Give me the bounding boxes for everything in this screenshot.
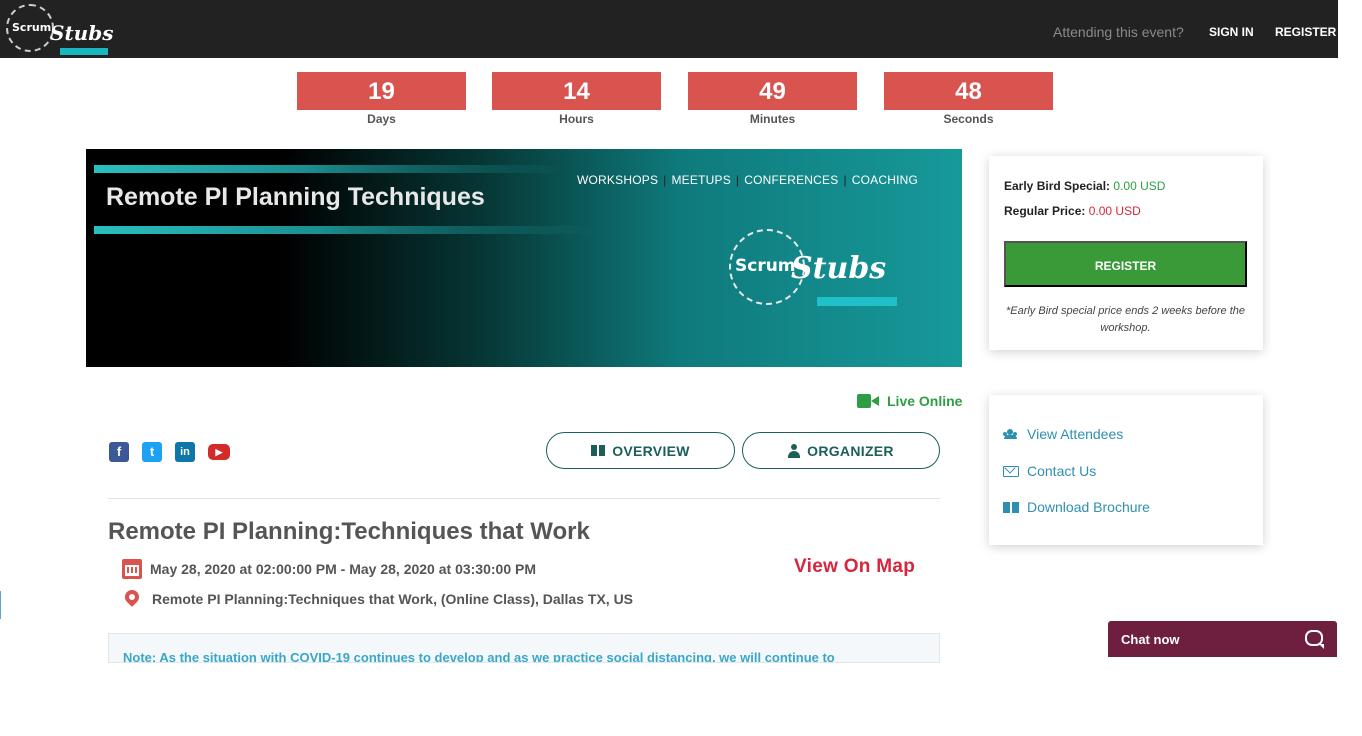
- top-navbar: Scrum Stubs Attending this event? SIGN I…: [0, 0, 1338, 58]
- countdown-label: Days: [367, 112, 396, 126]
- chat-widget[interactable]: Chat now: [1108, 621, 1337, 657]
- covid-note-text: Note: As the situation with COVID-19 con…: [123, 650, 835, 663]
- sign-in-link[interactable]: SIGN IN: [1209, 25, 1254, 39]
- event-datetime-text: May 28, 2020 at 02:00:00 PM - May 28, 20…: [150, 561, 536, 577]
- banner-stripe: [94, 226, 594, 234]
- live-online-badge: Live Online: [857, 393, 962, 409]
- countdown-label: Hours: [559, 112, 594, 126]
- banner-link: WORKSHOPS: [577, 173, 659, 187]
- event-datetime: May 28, 2020 at 02:00:00 PM - May 28, 20…: [122, 559, 536, 579]
- map-pin-icon: [122, 587, 142, 607]
- countdown-value: 48: [884, 72, 1053, 110]
- logo-script: Stubs: [50, 21, 114, 45]
- logo-text: Scrum: [735, 256, 796, 276]
- youtube-icon[interactable]: ▶: [208, 444, 230, 460]
- view-attendees-link[interactable]: View Attendees: [1003, 426, 1123, 442]
- countdown-hours: 14 Hours: [492, 72, 661, 126]
- banner-link: COACHING: [851, 173, 919, 187]
- users-icon: [1003, 429, 1019, 439]
- logo-tagline: [817, 297, 897, 306]
- early-bird-note: *Early Bird special price ends 2 weeks b…: [1005, 305, 1246, 334]
- early-bird-label: Early Bird Special:: [1004, 179, 1111, 193]
- view-attendees-label: View Attendees: [1027, 426, 1124, 442]
- attending-prompt: Attending this event?: [1053, 24, 1184, 40]
- banner-links: WORKSHOPS | MEETUPS | CONFERENCES | COACHING: [577, 173, 919, 187]
- banner-stripe: [94, 165, 564, 173]
- banner-link: CONFERENCES: [744, 173, 839, 187]
- facebook-icon[interactable]: f: [109, 442, 129, 462]
- page: Scrum Stubs Attending this event? SIGN I…: [0, 0, 1362, 736]
- event-title: Remote PI Planning:Techniques that Work: [108, 518, 590, 545]
- regular-price-row: Regular Price: 0.00 USD: [1004, 204, 1141, 218]
- event-location: Remote PI Planning:Techniques that Work,…: [122, 587, 634, 608]
- banner-logo: Scrum Stubs: [729, 229, 901, 311]
- overview-button[interactable]: OVERVIEW: [546, 432, 735, 469]
- site-logo[interactable]: Scrum Stubs: [6, 4, 114, 56]
- logo-text: Scrum: [12, 21, 52, 34]
- quick-links-card: View Attendees Contact Us Download Broch…: [989, 395, 1263, 545]
- contact-us-link[interactable]: Contact Us: [1003, 463, 1096, 479]
- book-icon: [591, 445, 606, 456]
- linkedin-icon[interactable]: in: [175, 442, 195, 462]
- view-on-map-link[interactable]: View On Map: [794, 556, 915, 578]
- user-icon: [788, 443, 801, 458]
- download-brochure-link[interactable]: Download Brochure: [1003, 499, 1150, 515]
- countdown-minutes: 49 Minutes: [688, 72, 857, 126]
- countdown-value: 49: [688, 72, 857, 110]
- countdown-value: 14: [492, 72, 661, 110]
- event-banner: Remote PI Planning Techniques WORKSHOPS |…: [86, 149, 962, 367]
- event-location-text: Remote PI Planning:Techniques that Work,…: [152, 591, 634, 607]
- contact-us-label: Contact Us: [1027, 463, 1097, 479]
- countdown-label: Minutes: [749, 112, 796, 126]
- regular-price-label: Regular Price:: [1004, 204, 1086, 218]
- scroll-edge-indicator: [0, 591, 1, 619]
- register-button[interactable]: REGISTER: [1004, 241, 1247, 287]
- video-camera-icon: [857, 393, 879, 409]
- download-brochure-label: Download Brochure: [1027, 499, 1150, 515]
- overview-label: OVERVIEW: [612, 442, 690, 459]
- register-link[interactable]: REGISTER: [1275, 25, 1336, 39]
- live-online-label: Live Online: [887, 393, 963, 409]
- book-icon: [1003, 501, 1019, 513]
- twitter-icon[interactable]: t: [142, 442, 162, 462]
- countdown-seconds: 48 Seconds: [884, 72, 1053, 126]
- pricing-card: Early Bird Special: 0.00 USD Regular Pri…: [989, 156, 1263, 350]
- organizer-button[interactable]: ORGANIZER: [742, 432, 940, 469]
- early-bird-row: Early Bird Special: 0.00 USD: [1004, 179, 1165, 193]
- chat-label: Chat now: [1121, 632, 1180, 647]
- organizer-label: ORGANIZER: [807, 442, 894, 459]
- envelope-icon: [1003, 465, 1019, 477]
- banner-link: MEETUPS: [671, 173, 731, 187]
- early-bird-price: 0.00 USD: [1113, 179, 1166, 193]
- countdown-label: Seconds: [943, 112, 994, 126]
- banner-title: Remote PI Planning Techniques: [106, 183, 485, 211]
- divider: [108, 498, 940, 499]
- logo-tagline: [60, 48, 108, 55]
- covid-note: Note: As the situation with COVID-19 con…: [108, 633, 940, 663]
- regular-price: 0.00 USD: [1088, 204, 1141, 218]
- chat-bubble-icon: [1305, 630, 1324, 649]
- logo-script: Stubs: [791, 251, 887, 286]
- calendar-icon: [122, 559, 142, 579]
- countdown-days: 19 Days: [297, 72, 466, 126]
- countdown-value: 19: [297, 72, 466, 110]
